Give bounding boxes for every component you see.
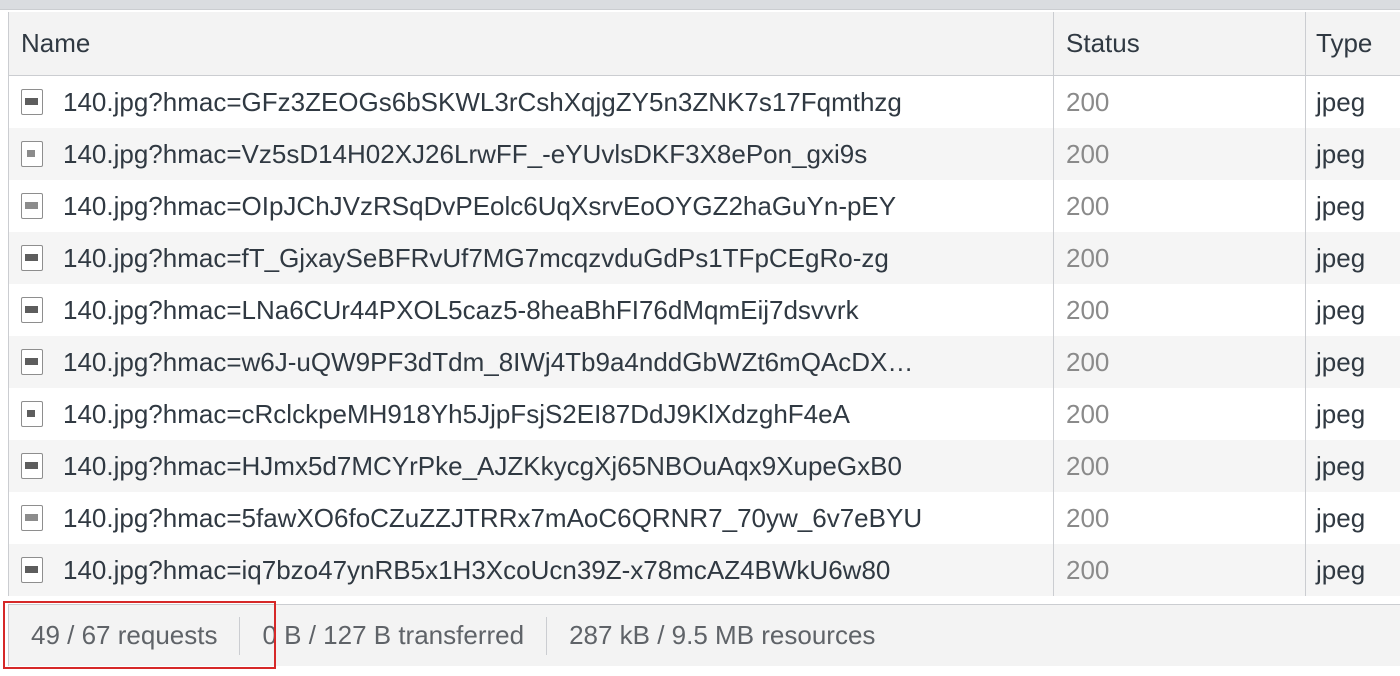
requests-count: 49 / 67 requests — [9, 605, 239, 666]
request-name-cell: 140.jpg?hmac=LNa6CUr44PXOL5caz5-8heaBhFI… — [9, 284, 1054, 336]
request-name: 140.jpg?hmac=LNa6CUr44PXOL5caz5-8heaBhFI… — [63, 294, 859, 325]
request-name-cell: 140.jpg?hmac=w6J-uQW9PF3dTdm_8IWj4Tb9a4n… — [9, 336, 1054, 388]
request-name: 140.jpg?hmac=Vz5sD14H02XJ26LrwFF_-eYUvls… — [63, 138, 868, 169]
table-header: Name Status Type — [9, 12, 1400, 76]
column-header-name-label: Name — [21, 28, 91, 58]
transferred-size: 0 B / 127 B transferred — [240, 605, 546, 666]
request-status: 200 — [1066, 502, 1110, 533]
network-panel: Name Status Type 140.jpg?hmac=GFz3ZEOGs6… — [0, 0, 1400, 676]
panel-top-border — [0, 0, 1400, 10]
request-name-cell: 140.jpg?hmac=OIpJChJVzRSqDvPEolc6UqXsrvE… — [9, 180, 1054, 232]
table-row[interactable]: 140.jpg?hmac=5fawXO6foCZuZZJTRRx7mAoC6QR… — [9, 492, 1400, 544]
request-type: jpeg — [1316, 138, 1366, 169]
request-status: 200 — [1066, 554, 1110, 585]
image-file-icon — [21, 557, 43, 583]
request-name: 140.jpg?hmac=iq7bzo47ynRB5x1H3XcoUcn39Z-… — [63, 554, 891, 585]
request-status-cell: 200 — [1054, 388, 1306, 440]
image-file-icon — [21, 349, 43, 375]
request-name-cell: 140.jpg?hmac=HJmx5d7MCYrPke_AJZKkycgXj65… — [9, 440, 1054, 492]
request-type-cell: jpeg — [1306, 128, 1400, 180]
request-type-cell: jpeg — [1306, 180, 1400, 232]
request-type: jpeg — [1316, 86, 1366, 117]
transferred-size-text: 0 B / 127 B transferred — [262, 620, 525, 650]
request-name: 140.jpg?hmac=5fawXO6foCZuZZJTRRx7mAoC6QR… — [63, 502, 923, 533]
request-type: jpeg — [1316, 450, 1366, 481]
requests-count-text: 49 / 67 requests — [31, 620, 218, 650]
table-row[interactable]: 140.jpg?hmac=cRclckpeMH918Yh5JjpFsjS2EI8… — [9, 388, 1400, 440]
request-status: 200 — [1066, 86, 1110, 117]
request-type: jpeg — [1316, 242, 1366, 273]
request-status-cell: 200 — [1054, 76, 1306, 128]
request-status-cell: 200 — [1054, 180, 1306, 232]
request-status-cell: 200 — [1054, 544, 1306, 596]
table-row[interactable]: 140.jpg?hmac=Vz5sD14H02XJ26LrwFF_-eYUvls… — [9, 128, 1400, 180]
request-name-cell: 140.jpg?hmac=fT_GjxaySeBFRvUf7MG7mcqzvdu… — [9, 232, 1054, 284]
image-file-icon — [21, 453, 43, 479]
table-row[interactable]: 140.jpg?hmac=iq7bzo47ynRB5x1H3XcoUcn39Z-… — [9, 544, 1400, 596]
request-name-cell: 140.jpg?hmac=5fawXO6foCZuZZJTRRx7mAoC6QR… — [9, 492, 1054, 544]
resources-size: 287 kB / 9.5 MB resources — [547, 605, 897, 666]
request-name: 140.jpg?hmac=OIpJChJVzRSqDvPEolc6UqXsrvE… — [63, 190, 897, 221]
request-status: 200 — [1066, 138, 1110, 169]
request-status: 200 — [1066, 294, 1110, 325]
table-row[interactable]: 140.jpg?hmac=w6J-uQW9PF3dTdm_8IWj4Tb9a4n… — [9, 336, 1400, 388]
request-status-cell: 200 — [1054, 128, 1306, 180]
table-row[interactable]: 140.jpg?hmac=LNa6CUr44PXOL5caz5-8heaBhFI… — [9, 284, 1400, 336]
request-type: jpeg — [1316, 190, 1366, 221]
request-type: jpeg — [1316, 346, 1366, 377]
request-name-cell: 140.jpg?hmac=Vz5sD14H02XJ26LrwFF_-eYUvls… — [9, 128, 1054, 180]
table-row[interactable]: 140.jpg?hmac=HJmx5d7MCYrPke_AJZKkycgXj65… — [9, 440, 1400, 492]
request-type-cell: jpeg — [1306, 388, 1400, 440]
request-type-cell: jpeg — [1306, 76, 1400, 128]
request-name-cell: 140.jpg?hmac=iq7bzo47ynRB5x1H3XcoUcn39Z-… — [9, 544, 1054, 596]
request-name: 140.jpg?hmac=fT_GjxaySeBFRvUf7MG7mcqzvdu… — [63, 242, 889, 273]
image-file-icon — [21, 89, 43, 115]
requests-table: Name Status Type 140.jpg?hmac=GFz3ZEOGs6… — [8, 12, 1400, 596]
resources-size-text: 287 kB / 9.5 MB resources — [569, 620, 876, 650]
image-file-icon — [21, 505, 43, 531]
request-status-cell: 200 — [1054, 440, 1306, 492]
image-file-icon — [21, 141, 43, 167]
request-name: 140.jpg?hmac=HJmx5d7MCYrPke_AJZKkycgXj65… — [63, 450, 902, 481]
request-type: jpeg — [1316, 398, 1366, 429]
image-file-icon — [21, 401, 43, 427]
request-name-cell: 140.jpg?hmac=cRclckpeMH918Yh5JjpFsjS2EI8… — [9, 388, 1054, 440]
request-type-cell: jpeg — [1306, 284, 1400, 336]
image-file-icon — [21, 193, 43, 219]
request-name: 140.jpg?hmac=cRclckpeMH918Yh5JjpFsjS2EI8… — [63, 398, 850, 429]
request-type-cell: jpeg — [1306, 336, 1400, 388]
request-name-cell: 140.jpg?hmac=GFz3ZEOGs6bSKWL3rCshXqjgZY5… — [9, 76, 1054, 128]
column-header-name[interactable]: Name — [9, 12, 1054, 75]
request-type: jpeg — [1316, 294, 1366, 325]
request-status: 200 — [1066, 450, 1110, 481]
request-status: 200 — [1066, 346, 1110, 377]
request-status: 200 — [1066, 398, 1110, 429]
column-header-type-label: Type — [1316, 28, 1373, 58]
table-row[interactable]: 140.jpg?hmac=OIpJChJVzRSqDvPEolc6UqXsrvE… — [9, 180, 1400, 232]
request-status: 200 — [1066, 190, 1110, 221]
column-header-type[interactable]: Type — [1306, 12, 1400, 75]
column-header-status-label: Status — [1066, 28, 1140, 58]
column-header-status[interactable]: Status — [1054, 12, 1306, 75]
image-file-icon — [21, 297, 43, 323]
image-file-icon — [21, 245, 43, 271]
table-row[interactable]: 140.jpg?hmac=GFz3ZEOGs6bSKWL3rCshXqjgZY5… — [9, 76, 1400, 128]
table-row[interactable]: 140.jpg?hmac=fT_GjxaySeBFRvUf7MG7mcqzvdu… — [9, 232, 1400, 284]
request-name: 140.jpg?hmac=w6J-uQW9PF3dTdm_8IWj4Tb9a4n… — [63, 346, 914, 377]
request-status-cell: 200 — [1054, 492, 1306, 544]
request-status: 200 — [1066, 242, 1110, 273]
request-status-cell: 200 — [1054, 284, 1306, 336]
request-type-cell: jpeg — [1306, 492, 1400, 544]
request-status-cell: 200 — [1054, 232, 1306, 284]
request-type-cell: jpeg — [1306, 232, 1400, 284]
request-type-cell: jpeg — [1306, 544, 1400, 596]
network-summary-bar: 49 / 67 requests 0 B / 127 B transferred… — [8, 604, 1400, 666]
request-type: jpeg — [1316, 554, 1366, 585]
request-name: 140.jpg?hmac=GFz3ZEOGs6bSKWL3rCshXqjgZY5… — [63, 86, 902, 117]
request-type-cell: jpeg — [1306, 440, 1400, 492]
request-status-cell: 200 — [1054, 336, 1306, 388]
request-type: jpeg — [1316, 502, 1366, 533]
